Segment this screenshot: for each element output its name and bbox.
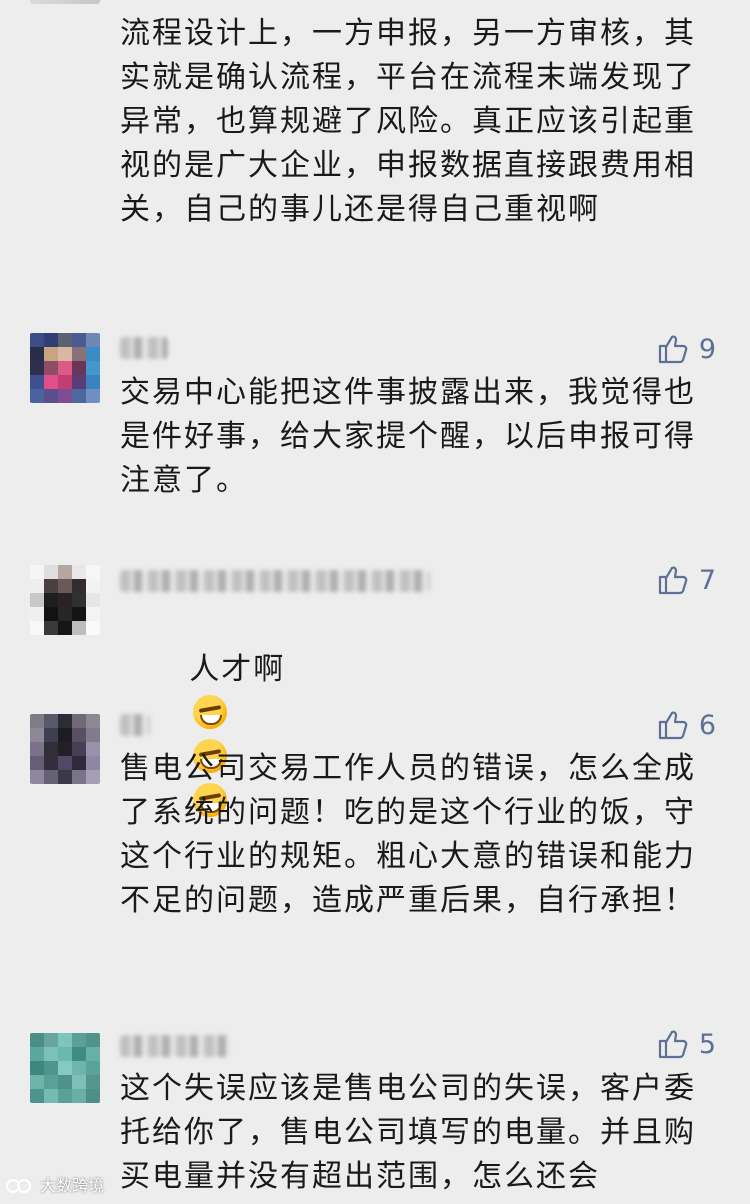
like-count: 5 — [698, 1028, 716, 1060]
like-button[interactable]: 5 — [650, 1027, 716, 1061]
comment-text: 这个失误应该是售电公司的失误，客户委托给你了，售电公司填写的电量。并且购买电量并… — [120, 1071, 696, 1194]
like-button[interactable]: 7 — [650, 563, 716, 597]
laughing-crying-emoji-icon — [193, 695, 228, 729]
avatar[interactable] — [30, 333, 100, 403]
comment-text: 售电公司交易工作人员的错误，怎么全成了系统的问题！吃的是这个行业的饭，守这个行业… — [120, 751, 696, 918]
username-redacted[interactable] — [120, 1035, 230, 1057]
comment-text: 流程设计上，一方申报，另一方审核，其实就是确认流程，平台在流程末端发现了异常，也… — [120, 16, 696, 227]
thumbs-up-icon — [657, 333, 689, 365]
username-redacted[interactable] — [120, 337, 168, 359]
comment-body: 人才啊 — [189, 652, 286, 687]
avatar[interactable] — [30, 565, 100, 635]
thumbs-up-icon — [657, 564, 689, 596]
top-cut-avatar — [30, 0, 100, 4]
like-count: 7 — [698, 564, 716, 596]
avatar[interactable] — [30, 714, 100, 784]
watermark-text: 大数跨境 — [40, 1176, 105, 1195]
watermark-logo-icon — [6, 1175, 34, 1193]
watermark: 大数跨境 — [6, 1172, 104, 1196]
thumbs-up-icon — [657, 709, 689, 741]
username-redacted[interactable] — [120, 714, 150, 736]
like-count: 9 — [698, 333, 716, 365]
comment-text: 交易中心能把这件事披露出来，我觉得也是件好事，给大家提个醒，以后申报可得注意了。 — [120, 375, 696, 498]
like-button[interactable]: 6 — [650, 708, 716, 742]
like-count: 6 — [698, 709, 716, 741]
comment-feed: 流程设计上，一方申报，另一方审核，其实就是确认流程，平台在流程末端发现了异常，也… — [0, 0, 750, 1204]
thumbs-up-icon — [657, 1028, 689, 1060]
avatar[interactable] — [30, 1033, 100, 1103]
like-button[interactable]: 9 — [650, 332, 716, 366]
username-redacted[interactable] — [120, 570, 430, 592]
